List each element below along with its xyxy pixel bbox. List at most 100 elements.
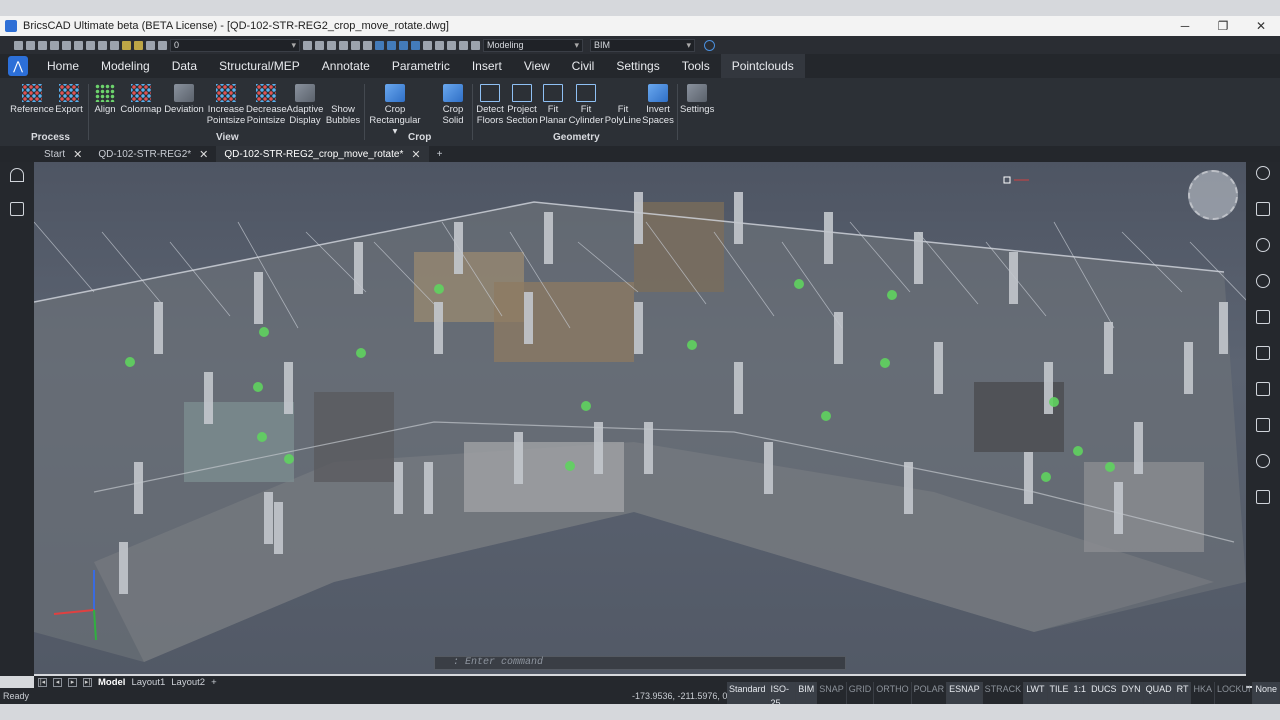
close-tab-icon[interactable]: ✕ [73,148,82,161]
tab-start[interactable]: Start ✕ [36,146,90,162]
tab-insert[interactable]: Insert [461,54,513,78]
keyboard-icon[interactable] [1256,310,1270,324]
profile-select[interactable]: BIM [590,38,695,52]
view-cube-icon-4[interactable] [411,40,420,50]
pointcloud-settings-icon [687,84,707,102]
tool-icon-4[interactable] [339,40,348,50]
tab-tools[interactable]: Tools [671,54,721,78]
fit-planar-button[interactable]: Fit Planar [539,84,567,126]
print-preview-icon[interactable] [74,40,83,50]
panel-icon[interactable] [471,40,480,50]
layers-rings-icon[interactable] [1256,274,1270,288]
last-layout-icon[interactable]: ▸| [83,677,92,687]
tab-model[interactable]: Model [98,677,125,688]
export-button[interactable]: Export [54,84,84,115]
view-cube-icon-1[interactable] [375,40,384,50]
save-icon[interactable] [38,40,47,50]
layer-freeze-icon[interactable] [134,40,143,50]
settings-icon[interactable] [447,40,456,50]
first-layout-icon[interactable]: |◂ [38,677,47,687]
align-button[interactable]: Align [92,84,118,115]
tab-view[interactable]: View [513,54,561,78]
tab-modeling[interactable]: Modeling [90,54,161,78]
green-bubble [887,290,897,300]
minimize-button[interactable]: ─ [1166,16,1204,36]
prev-layout-icon[interactable]: ◂ [53,677,62,687]
tab-home[interactable]: Home [36,54,90,78]
tool-icon-6[interactable] [363,40,372,50]
tab-data[interactable]: Data [161,54,208,78]
tab-structural-mep[interactable]: Structural/MEP [208,54,311,78]
look-from-widget[interactable] [1188,170,1238,220]
text-style-icon[interactable] [1256,346,1270,360]
cloud-upload-icon[interactable] [1256,454,1270,468]
crop-rectangular-button[interactable]: Crop Rectangular ▾ [366,84,424,137]
properties-icon[interactable] [423,40,432,50]
reference-button[interactable]: Reference [10,84,54,115]
tool-icon-2[interactable] [315,40,324,50]
tips-bulb-icon[interactable] [1256,166,1270,180]
tab-annotate[interactable]: Annotate [311,54,381,78]
layer-lock-icon[interactable] [146,40,155,50]
application-menu-icon[interactable]: ⋀ [8,56,28,76]
adaptive-display-button[interactable]: Adaptive Display [286,84,324,126]
home-icon[interactable] [10,168,24,182]
save-as-icon[interactable] [50,40,59,50]
tab-settings[interactable]: Settings [605,54,670,78]
fit-cylinder-button[interactable]: Fit Cylinder [568,84,604,126]
structure-tree-icon[interactable] [10,202,24,216]
new-file-icon[interactable] [14,40,23,50]
fit-polyline-button[interactable]: Fit PolyLine [604,84,642,126]
model-viewport[interactable]: : Enter command [34,162,1246,674]
next-layout-icon[interactable]: ▸ [68,677,77,687]
project-section-button[interactable]: Project Section [506,84,538,126]
close-button[interactable]: ✕ [1242,16,1280,36]
redo-icon[interactable] [110,40,119,50]
crop-solid-button[interactable]: Crop Solid [438,84,468,126]
view-cube-icon-2[interactable] [387,40,396,50]
pointcloud-settings-button[interactable]: Settings [680,84,714,115]
tab-layout2[interactable]: Layout2 [171,677,205,688]
increase-pointsize-button[interactable]: Increase Pointsize [206,84,246,126]
tab-parametric[interactable]: Parametric [381,54,461,78]
colormap-button[interactable]: Colormap [120,84,162,115]
tab-pointclouds[interactable]: Pointclouds [720,54,805,78]
deviation-button[interactable]: Deviation [164,84,204,115]
star-icon[interactable] [1256,490,1270,504]
decrease-pointsize-button[interactable]: Decrease Pointsize [246,84,287,126]
show-bubbles-button[interactable]: Show Bubbles [325,84,361,126]
tool-icon-5[interactable] [351,40,360,50]
view-cube-icon-3[interactable] [399,40,408,50]
tool-icon-3[interactable] [327,40,336,50]
tab-document-1[interactable]: QD-102-STR-REG2* ✕ [90,146,216,162]
layer-on-icon[interactable] [122,40,131,50]
undo-icon[interactable] [98,40,107,50]
plot-icon[interactable] [86,40,95,50]
tool-icon-1[interactable] [303,40,312,50]
command-line-input[interactable]: : Enter command [434,656,846,670]
grid-icon[interactable] [459,40,468,50]
add-layout-button[interactable]: + [211,677,217,688]
bim-balloon-icon[interactable] [1256,238,1270,252]
help-icon[interactable] [704,39,715,51]
open-file-icon[interactable] [26,40,35,50]
tab-document-2[interactable]: QD-102-STR-REG2_crop_move_rotate* ✕ [216,146,429,162]
workspace-select[interactable]: Modeling [483,38,583,52]
layers-stack-icon[interactable] [1256,382,1270,396]
invert-spaces-button[interactable]: Invert Spaces [642,84,674,126]
layer-select[interactable]: 0 [170,38,300,52]
layer-print-icon[interactable] [158,40,167,50]
column [284,362,293,414]
cube-component-icon[interactable] [1256,418,1270,432]
tab-layout1[interactable]: Layout1 [131,677,165,688]
match-icon[interactable] [435,40,444,50]
new-tab-button[interactable]: + [429,146,451,162]
detect-floors-button[interactable]: Detect Floors [474,84,506,126]
print-icon[interactable] [62,40,71,50]
tab-civil[interactable]: Civil [561,54,606,78]
properties-sliders-icon[interactable] [1256,202,1270,216]
maximize-button[interactable]: ❐ [1204,16,1242,36]
close-tab-icon[interactable]: ✕ [199,148,208,161]
decrease-pointsize-icon [256,84,276,102]
close-tab-icon[interactable]: ✕ [411,148,420,161]
